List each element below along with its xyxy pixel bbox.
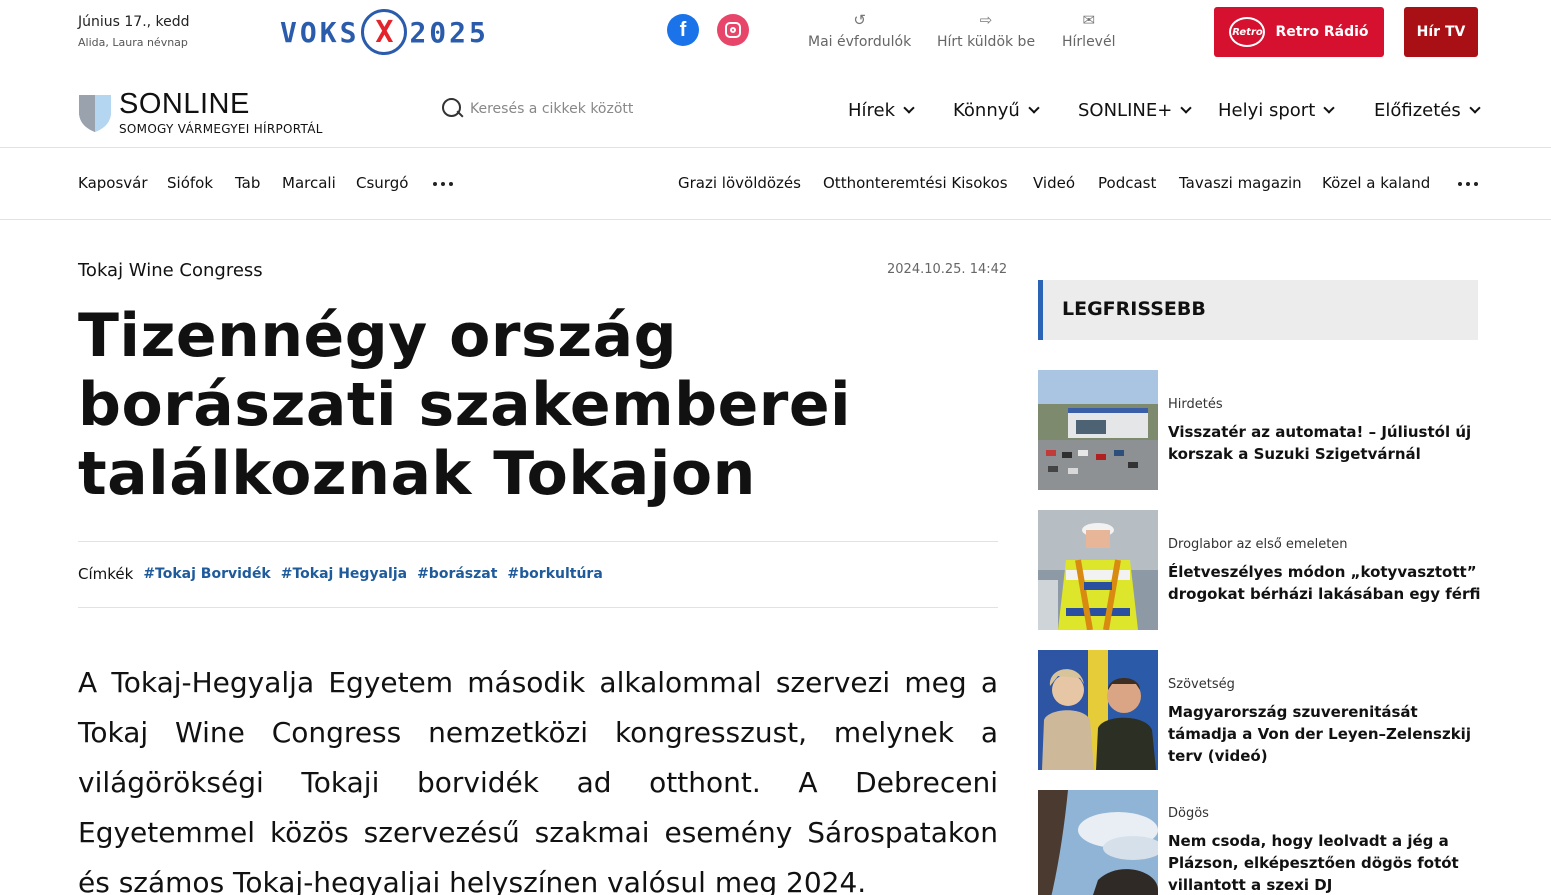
newsletter-link[interactable]: ✉ Hírlevél [1062, 10, 1115, 50]
site-logo-tagline: SOMOGY VÁRMEGYEI HÍRPORTÁL [119, 122, 323, 136]
anniversaries-label: Mai évfordulók [808, 34, 912, 50]
chevron-down-icon [1028, 102, 1040, 114]
send-news-link[interactable]: ⇨ Hírt küldök be [937, 10, 1035, 50]
subnav-tavaszi-magazin[interactable]: Tavaszi magazin [1179, 174, 1302, 192]
thumbnail-police-officer[interactable] [1038, 510, 1158, 630]
top-utility-bar: Június 17., kedd Alida, Laura névnap VOK… [0, 0, 1551, 72]
news-category: Dögös [1168, 806, 1209, 821]
search-bar[interactable] [442, 98, 670, 120]
tag-link[interactable]: #Tokaj Hegyalja [281, 566, 407, 582]
subnav-video[interactable]: Videó [1033, 174, 1075, 192]
thumbnail-von-der-leyen-zelensky[interactable] [1038, 650, 1158, 770]
subnav-tab[interactable]: Tab [235, 174, 260, 192]
news-title[interactable]: Nem csoda, hogy leolvadt a jég a Plázson… [1168, 830, 1483, 895]
history-icon: ↺ [853, 11, 866, 29]
retro-radio-button[interactable]: Retro Retro Rádió [1214, 7, 1384, 57]
sonline-shield-icon[interactable] [78, 92, 112, 132]
article-kicker[interactable]: Tokaj Wine Congress [78, 260, 263, 281]
news-category: Hirdetés [1168, 397, 1223, 412]
current-date: Június 17., kedd [78, 14, 190, 30]
subnav-kaposvar[interactable]: Kaposvár [78, 174, 148, 192]
header-divider [0, 147, 1551, 148]
nav-hirek[interactable]: Hírek [848, 100, 915, 121]
nav-sonline-plus-label: SONLINE+ [1078, 100, 1173, 121]
subnav-marcali[interactable]: Marcali [282, 174, 336, 192]
tag-link[interactable]: #Tokaj Borvidék [143, 566, 270, 582]
news-title[interactable]: Magyarország szuverenitását támadja a Vo… [1168, 701, 1483, 767]
thumbnail-car-dealership[interactable] [1038, 370, 1158, 490]
tags-label: Címkék [78, 565, 134, 583]
chevron-down-icon [1323, 102, 1335, 114]
nav-helyi-sport-label: Helyi sport [1218, 100, 1316, 121]
subnav-otthonteremtesi-kisokos[interactable]: Otthonteremtési Kisokos [823, 174, 1008, 192]
chevron-down-icon [903, 102, 915, 114]
mail-icon: ✉ [1082, 11, 1096, 29]
chevron-down-icon [1180, 102, 1192, 114]
news-title[interactable]: Visszatér az automata! – Júliustól új ko… [1168, 421, 1483, 465]
latest-news-heading: LEGFRISSEBB [1038, 280, 1478, 340]
article-date: 2024.10.25. 14:42 [887, 262, 1008, 277]
more-menu-icon[interactable] [433, 182, 453, 186]
nameday: Alida, Laura névnap [78, 36, 188, 49]
nav-konnyu[interactable]: Könnyű [953, 100, 1040, 121]
article-tags: Címkék #Tokaj Borvidék #Tokaj Hegyalja #… [78, 565, 613, 583]
subnav-divider [0, 219, 1551, 220]
subnav-csurgo[interactable]: Csurgó [356, 174, 408, 192]
tag-link[interactable]: #borászat [417, 566, 497, 582]
subnav-kozel-a-kaland[interactable]: Közel a kaland [1322, 174, 1430, 192]
hir-tv-button[interactable]: Hír TV [1404, 7, 1478, 57]
news-title[interactable]: Életveszélyes módon „kotyvasztott” drogo… [1168, 561, 1483, 605]
send-icon: ⇨ [979, 11, 993, 29]
tag-link[interactable]: #borkultúra [507, 566, 602, 582]
anniversaries-link[interactable]: ↺ Mai évfordulók [808, 10, 911, 50]
subnav-grazi-lovoldozes[interactable]: Grazi lövöldözés [678, 174, 801, 192]
search-input[interactable] [470, 101, 670, 117]
news-category: Szövetség [1168, 677, 1235, 692]
facebook-icon[interactable]: f [667, 14, 699, 46]
voks-text: VOKS [280, 15, 360, 49]
instagram-icon[interactable] [717, 14, 749, 46]
article-headline: Tizennégy ország borászati szakemberei t… [78, 301, 852, 509]
newsletter-label: Hírlevél [1062, 34, 1116, 50]
more-menu-icon[interactable] [1458, 182, 1478, 186]
nav-helyi-sport[interactable]: Helyi sport [1218, 100, 1335, 121]
nav-konnyu-label: Könnyű [953, 100, 1020, 121]
voks-2025-banner[interactable]: VOKS X 2025 [280, 9, 489, 55]
hir-tv-label: Hír TV [1416, 24, 1466, 40]
tags-top-divider [78, 541, 998, 542]
nav-hirek-label: Hírek [848, 100, 896, 121]
latest-news-item[interactable]: Hirdetés Visszatér az automata! – Július… [1038, 370, 1478, 490]
thumbnail-dj-photo[interactable] [1038, 790, 1158, 895]
article-lead: A Tokaj-Hegyalja Egyetem második alkalom… [78, 666, 998, 895]
latest-news-item[interactable]: Dögös Nem csoda, hogy leolvadt a jég a P… [1038, 790, 1478, 895]
retro-radio-label: Retro Rádió [1275, 24, 1369, 40]
latest-news-title: LEGFRISSEBB [1062, 298, 1206, 320]
voks-x-mark: X [361, 9, 408, 55]
send-news-label: Hírt küldök be [937, 34, 1036, 50]
chevron-down-icon [1469, 102, 1481, 114]
nav-elofizetes[interactable]: Előfizetés [1374, 100, 1481, 121]
tags-bottom-divider [78, 607, 998, 608]
nav-sonline-plus[interactable]: SONLINE+ [1078, 100, 1192, 121]
subnav-podcast[interactable]: Podcast [1098, 174, 1156, 192]
subnav-siofok[interactable]: Siófok [167, 174, 213, 192]
search-icon[interactable] [442, 98, 464, 120]
news-category: Droglabor az első emeleten [1168, 537, 1348, 552]
voks-year: 2025 [409, 15, 489, 49]
site-logo-name[interactable]: SONLINE [119, 88, 250, 121]
nav-elofizetes-label: Előfizetés [1374, 100, 1461, 121]
retro-logo-icon: Retro [1229, 17, 1266, 47]
latest-news-item[interactable]: Droglabor az első emeleten Életveszélyes… [1038, 510, 1480, 630]
latest-news-item[interactable]: Szövetség Magyarország szuverenitását tá… [1038, 650, 1478, 770]
